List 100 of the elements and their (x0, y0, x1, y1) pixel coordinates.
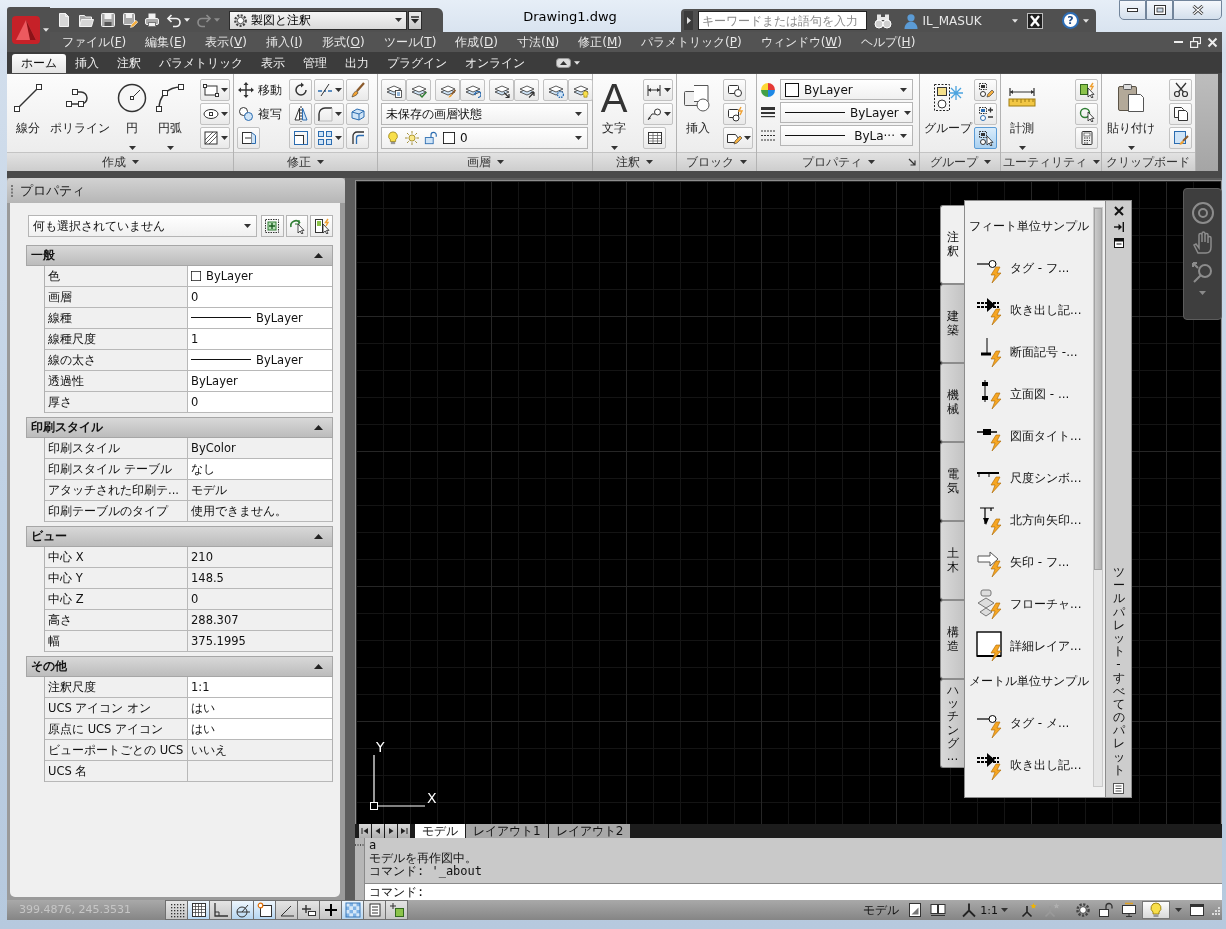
tool-button[interactable] (514, 79, 539, 101)
status-toggle[interactable] (364, 900, 386, 920)
menu-item[interactable]: 編集(E) (145, 33, 187, 51)
tool-button[interactable]: 複写 (237, 103, 283, 125)
scroll-button[interactable] (385, 824, 397, 838)
split-button[interactable] (643, 79, 673, 101)
split-button[interactable] (200, 103, 230, 125)
ribbon-tab[interactable]: 出力 (336, 54, 378, 73)
scroll-button[interactable] (372, 824, 384, 838)
restore-button[interactable] (1189, 35, 1202, 49)
palette-tab[interactable]: 建築 (940, 284, 964, 363)
ribbon-tab[interactable]: 注釈 (108, 54, 150, 73)
property-value[interactable]: 0 (188, 287, 332, 307)
ribbon-tab[interactable]: プラグイン (378, 54, 456, 73)
tool-button[interactable] (1113, 783, 1124, 794)
split-button[interactable] (200, 127, 230, 149)
status-toggle[interactable] (320, 900, 342, 920)
tool-button[interactable] (346, 127, 369, 149)
split-button[interactable] (643, 103, 673, 125)
toggle-button[interactable] (974, 79, 997, 101)
tool-button[interactable] (237, 127, 260, 149)
property-value[interactable]: 1:1 (188, 677, 332, 697)
split-button[interactable] (314, 79, 344, 101)
panel-title[interactable]: 画層 (464, 153, 506, 171)
scroll-button[interactable] (359, 824, 371, 838)
menu-item[interactable]: 寸法(N) (516, 33, 560, 51)
quick-access-button[interactable] (99, 10, 117, 30)
properties-button[interactable] (1113, 238, 1124, 248)
tool-button[interactable] (310, 215, 333, 237)
tool-button[interactable] (1075, 79, 1098, 101)
menu-item[interactable]: 修正(M) (578, 33, 623, 51)
annotation-scale-button[interactable]: 1:1 (959, 901, 1010, 919)
selection-dropdown[interactable]: 何も選択されていません (28, 215, 257, 237)
ribbon-tab[interactable]: オンライン (456, 54, 534, 73)
palette-tool[interactable]: 図面タイト... (965, 415, 1093, 457)
ribbon-tab[interactable]: 挿入 (66, 54, 108, 73)
tool-button[interactable]: 移動 (237, 79, 283, 101)
minimize-button[interactable] (1119, 0, 1146, 20)
tool-button[interactable]: 線分 (10, 79, 46, 151)
tool-button[interactable] (1169, 103, 1192, 125)
category-header[interactable]: ビュー (26, 526, 333, 547)
menu-item[interactable]: ツール(T) (383, 33, 437, 51)
menu-item[interactable]: ファイル(F) (62, 33, 127, 51)
property-value[interactable]: ByLayer (188, 350, 332, 370)
search-field[interactable]: キーワードまたは語句を入力 (698, 11, 867, 30)
tool-button[interactable] (289, 127, 312, 149)
split-button[interactable] (723, 127, 753, 149)
tool-button[interactable] (1169, 79, 1192, 101)
palette-tool[interactable]: タグ - メ... (965, 702, 1093, 744)
layout-tab[interactable]: レイアウト2 (548, 824, 631, 838)
palette-tab[interactable]: 土木 (940, 521, 964, 600)
tool-button[interactable] (723, 79, 746, 101)
linetype-dropdown[interactable]: ByLa··· (780, 125, 913, 146)
tool-button[interactable] (928, 901, 949, 919)
menu-item[interactable]: 形式(O) (321, 33, 365, 51)
workspace-dropdown[interactable]: 製図と注釈 (229, 10, 407, 30)
close-button[interactable] (1173, 0, 1222, 20)
ribbon-tab[interactable]: ホーム (12, 54, 66, 73)
property-value[interactable]: 1 (188, 329, 332, 349)
tool-button[interactable] (1075, 103, 1098, 125)
scrollbar-thumb[interactable] (1094, 208, 1102, 570)
palette-tab[interactable]: 注釈 (940, 205, 964, 284)
property-value[interactable]: はい (188, 698, 332, 718)
zoom-button[interactable] (1190, 261, 1215, 285)
ribbon-tab[interactable]: 管理 (294, 54, 336, 73)
tool-button[interactable] (1096, 901, 1116, 919)
property-value[interactable]: ByLayer (188, 371, 332, 391)
lineweight-dropdown[interactable]: ByLayer (780, 102, 913, 123)
palette-tool[interactable]: フローチャ... (965, 583, 1093, 625)
ribbon-tab[interactable]: パラメトリック (150, 54, 252, 73)
palette-tool[interactable]: 立面図 - ... (965, 373, 1093, 415)
palette-tab[interactable]: 電気 (940, 442, 964, 521)
tool-button[interactable] (346, 79, 369, 101)
menu-item[interactable]: 挿入(I) (265, 33, 303, 51)
maximize-button[interactable] (1146, 0, 1173, 20)
palette-tab[interactable]: ハッチング... (940, 679, 964, 769)
tool-button[interactable] (381, 79, 406, 101)
customize-button[interactable] (408, 10, 422, 30)
toggle-button[interactable] (974, 127, 997, 149)
menu-item[interactable]: ウィンドウ(W) (760, 33, 842, 51)
ribbon-display-button[interactable] (554, 55, 582, 71)
property-value[interactable]: ByLayer (188, 266, 332, 286)
status-toggle[interactable] (210, 900, 232, 920)
status-toggle[interactable] (232, 900, 254, 920)
layout-tab[interactable]: レイアウト1 (466, 824, 548, 838)
property-value[interactable]: ByLayer (188, 308, 332, 328)
palette-tool[interactable]: タグ - フ... (965, 247, 1093, 289)
expand-button[interactable] (684, 11, 694, 30)
category-header[interactable]: 印刷スタイル (26, 417, 333, 438)
palette-tool[interactable]: 詳細レイア... (965, 625, 1093, 667)
category-header[interactable]: その他 (26, 656, 333, 677)
tool-button[interactable] (261, 215, 284, 237)
layer-state-dropdown[interactable]: 未保存の画層状態 (381, 103, 588, 125)
palette-tool[interactable]: 断面記号 -... (965, 331, 1093, 373)
property-value[interactable]: 0 (188, 392, 332, 412)
palette-tab[interactable]: 機械 (940, 363, 964, 442)
tool-button[interactable] (723, 103, 746, 125)
category-header[interactable]: 一般 (26, 245, 333, 266)
palette-tab[interactable]: 構造 (940, 600, 964, 679)
split-button[interactable]: 円弧 (152, 79, 188, 151)
